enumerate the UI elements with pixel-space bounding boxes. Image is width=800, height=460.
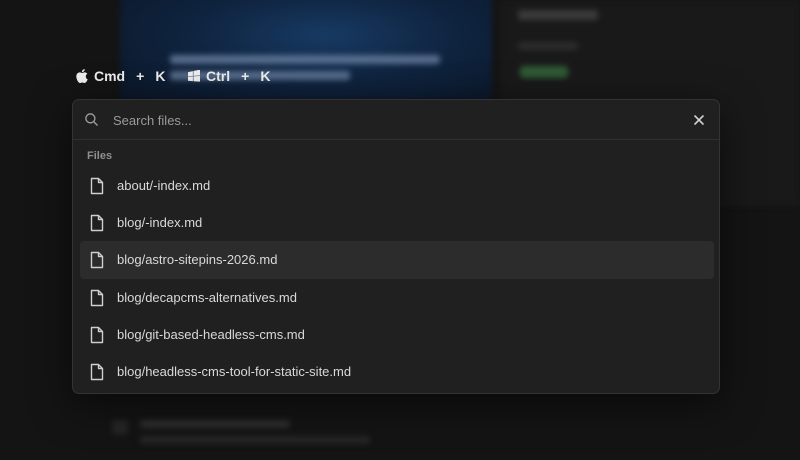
file-icon [89,251,105,274]
file-name: blog/-index.md [117,215,203,231]
background-icon [112,420,128,434]
file-icon [89,363,105,386]
shortcut-modifier: Ctrl [206,68,231,84]
file-name: blog/headless-cms-tool-for-static-site.m… [117,364,352,380]
command-palette: Files about/-index.md blog/-index.md blo… [72,99,720,394]
close-icon [691,115,707,131]
file-icon [89,177,105,200]
background-text [140,420,290,428]
file-list-item[interactable]: blog/astro-sitepins-2026.md [80,241,714,279]
file-icon [89,326,105,349]
apple-icon [76,69,88,83]
shortcut-modifier: Cmd [94,68,126,84]
file-name: about/-index.md [117,178,211,194]
file-name: blog/git-based-headless-cms.md [117,326,305,342]
file-name: blog/decapcms-alternatives.md [117,289,297,305]
background-hero-text [170,55,440,64]
shortcut-key: K [260,68,271,84]
file-list-item[interactable]: about/-index.md [80,167,714,204]
background-status-chip [520,66,568,78]
shortcut-key: K [155,68,166,84]
file-name: blog/astro-sitepins-2026.md [117,252,278,268]
file-list-item[interactable]: blog/git-based-headless-cms.md [80,316,714,353]
close-button[interactable] [691,112,707,128]
shortcut-plus: + [241,68,250,84]
file-list-item[interactable]: blog/-index.md [80,204,714,241]
file-list-item[interactable]: blog/decapcms-alternatives.md [80,279,714,316]
file-list-item[interactable]: blog/headless-cms-tool-for-static-site.m… [80,353,714,390]
file-icon [89,214,105,237]
windows-icon [188,70,200,82]
file-list: about/-index.md blog/-index.md blog/astr… [80,167,714,390]
search-input[interactable] [113,108,673,132]
background-hero-banner [120,0,492,102]
files-section-label: Files [87,150,113,162]
windows-shortcut-hint: Ctrl + K [188,67,270,85]
file-icon [89,289,105,312]
background-side-text [518,10,598,20]
search-bar [73,100,719,140]
search-icon [84,112,99,132]
background-text [140,436,370,444]
shortcut-plus: + [136,68,145,84]
mac-shortcut-hint: Cmd + K [76,67,165,85]
background-side-text [518,42,578,50]
